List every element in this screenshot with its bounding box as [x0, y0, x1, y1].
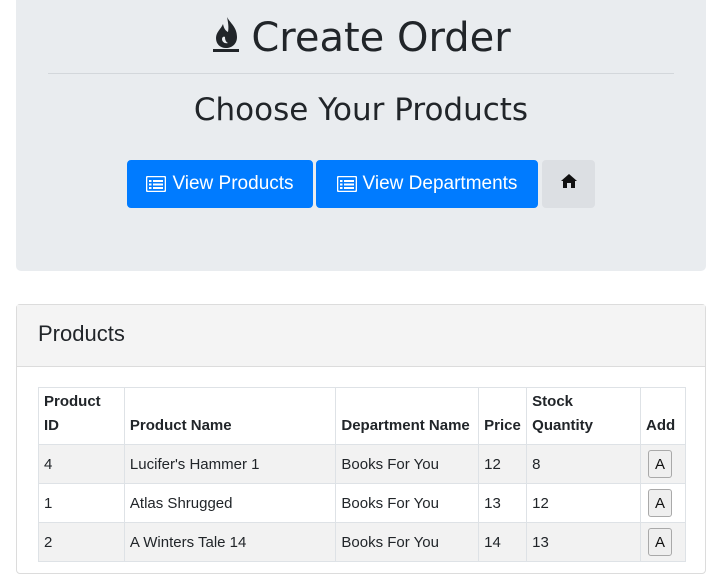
cell-product-id: 2: [38, 522, 125, 562]
table-row: 1 Atlas Shrugged Books For You 13 12 A: [38, 483, 687, 523]
column-header-product-id: Product ID: [38, 387, 125, 445]
add-to-order-button[interactable]: A: [647, 528, 672, 556]
cell-add: A: [639, 522, 687, 562]
cell-department-name: Books For You: [335, 522, 480, 562]
products-card: Products Product ID Product Name Departm…: [16, 304, 706, 574]
column-header-price: Price: [478, 387, 528, 445]
cell-stock-quantity: 13: [526, 522, 641, 562]
list-alt-icon: [146, 176, 167, 192]
table-row: 4 Lucifer's Hammer 1 Books For You 12 8 …: [38, 444, 687, 484]
cell-stock-quantity: 8: [526, 444, 641, 484]
page-subtitle: Choose Your Products: [193, 92, 529, 128]
page-title-text: Create Order: [251, 15, 511, 61]
home-button[interactable]: [542, 160, 595, 208]
cell-price: 14: [478, 522, 528, 562]
flame-icon: [211, 15, 241, 53]
table-header-row: Product ID Product Name Department Name …: [38, 387, 687, 445]
page-title: Create Order: [16, 10, 706, 64]
cell-product-id: 4: [38, 444, 125, 484]
table-row: 2 A Winters Tale 14 Books For You 14 13 …: [38, 522, 687, 562]
cell-add: A: [639, 444, 687, 484]
cell-stock-quantity: 12: [526, 483, 641, 523]
cell-product-name: Lucifer's Hammer 1: [123, 444, 337, 484]
cell-add: A: [639, 483, 687, 523]
jumbotron: Create Order Choose Your Products View P…: [16, 0, 706, 271]
add-to-order-button[interactable]: A: [647, 489, 672, 517]
column-header-department-name: Department Name: [335, 387, 480, 445]
view-products-label: View Products: [172, 173, 294, 194]
column-header-product-name: Product Name: [123, 387, 337, 445]
cell-department-name: Books For You: [335, 483, 480, 523]
view-products-button[interactable]: View Products: [127, 160, 313, 208]
home-icon: [560, 173, 578, 195]
divider: [48, 73, 674, 74]
cell-price: 12: [478, 444, 528, 484]
cell-product-id: 1: [38, 483, 125, 523]
view-departments-button[interactable]: View Departments: [316, 160, 538, 208]
add-to-order-button[interactable]: A: [647, 450, 672, 478]
products-table: Product ID Product Name Department Name …: [38, 387, 687, 562]
cell-product-name: Atlas Shrugged: [123, 483, 337, 523]
products-card-title: Products: [17, 305, 705, 367]
list-alt-icon: [336, 176, 357, 192]
column-header-add: Add: [639, 387, 687, 445]
column-header-stock-quantity: Stock Quantity: [526, 387, 641, 445]
cell-department-name: Books For You: [335, 444, 480, 484]
view-departments-label: View Departments: [362, 173, 518, 194]
cell-product-name: A Winters Tale 14: [123, 522, 337, 562]
cell-price: 13: [478, 483, 528, 523]
